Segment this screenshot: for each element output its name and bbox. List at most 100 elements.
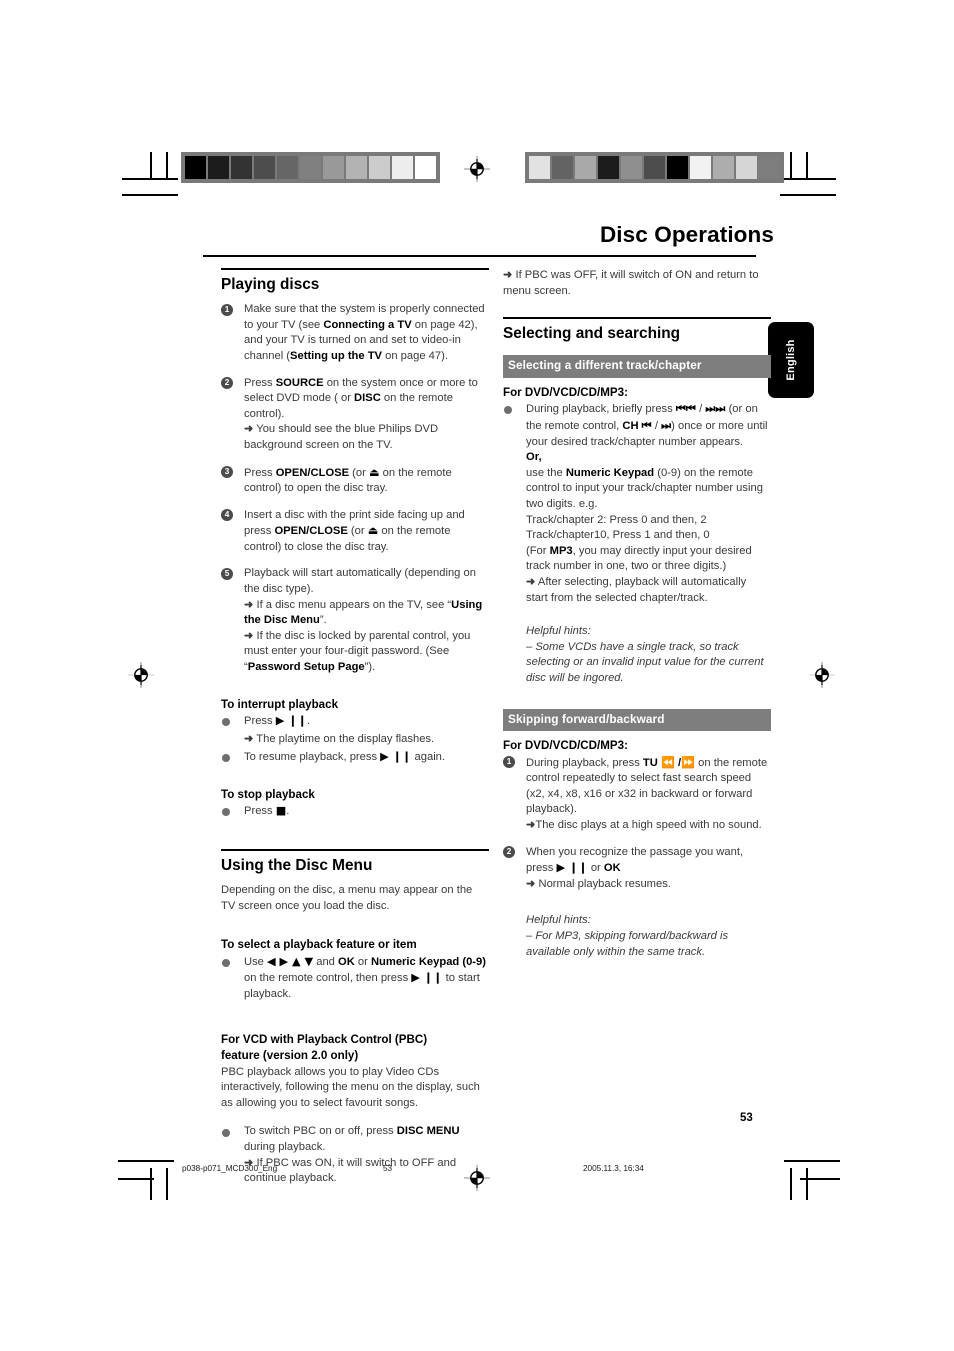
heading-for-vcd-pbc-line2: feature (version 2.0 only)	[221, 1049, 359, 1063]
heading-for-dvd-vcd-cd-mp3-1: For DVD/VCD/CD/MP3:	[503, 385, 628, 399]
gray-swatch-9	[736, 156, 757, 179]
gray-swatch-3	[254, 156, 275, 179]
helpful-hints-title-2: Helpful hints:	[526, 914, 591, 927]
gray-swatch-8	[713, 156, 734, 179]
heading-playing-discs: Playing discs	[221, 268, 489, 302]
list-item-note: ➜ The playtime on the display flashes.	[221, 732, 489, 748]
bullet-icon	[222, 718, 230, 727]
step-number-badge: 2	[221, 377, 233, 390]
gray-swatch-5	[300, 156, 321, 179]
gray-swatch-6	[667, 156, 688, 179]
footer-date: 2005.11.3, 16:34	[583, 1164, 644, 1173]
helpful-hints-body-1: – Some VCDs have a single track, so trac…	[526, 640, 764, 684]
step-text: Press SOURCE on the system once or more …	[244, 376, 478, 451]
step-text: During playback, press TU ⏪ /⏩ on the re…	[526, 755, 768, 832]
language-tab: English	[768, 322, 814, 398]
pbc-intro: PBC playback allows you to play Video CD…	[221, 1065, 480, 1109]
heading-using-the-disc-menu: Using the Disc Menu	[221, 849, 489, 883]
numbered-step: 4 Insert a disc with the print side facin…	[221, 508, 489, 556]
title-rule	[203, 255, 756, 257]
numbered-step: 5 Playback will start automatically (depe…	[221, 566, 489, 675]
step-text: Insert a disc with the print side facing…	[244, 508, 465, 553]
helpful-hints-title-1: Helpful hints:	[526, 625, 591, 638]
list-item: Press ▶ ❙❙.	[221, 713, 489, 730]
gray-swatch-0	[185, 156, 206, 179]
heading-selecting-and-searching: Selecting and searching	[503, 317, 771, 351]
numbered-step: 2 When you recognize the passage you want…	[503, 845, 771, 893]
band-selecting-a-different-track: Selecting a different track/chapter	[503, 355, 771, 378]
step-text: Playback will start automatically (depen…	[244, 567, 483, 674]
heading-for-dvd-vcd-cd-mp3-2: For DVD/VCD/CD/MP3:	[503, 739, 628, 753]
numbered-step: 2 Press SOURCE on the system once or more…	[221, 376, 489, 454]
registration-mark-top	[464, 156, 490, 182]
page-number: 53	[740, 1112, 753, 1124]
playing-discs-step-list: 1 Make sure that the system is properly c…	[221, 302, 489, 675]
gray-swatch-1	[552, 156, 573, 179]
list-item-text: ➜ The playtime on the display flashes.	[244, 732, 435, 745]
footer-filename: p038-p071_MCD300_Eng	[182, 1164, 278, 1173]
numbered-step: 3 Press OPEN/CLOSE (or ⏏ on the remote co…	[221, 465, 489, 497]
or-label: Or,	[526, 451, 542, 464]
language-tab-label: English	[785, 339, 797, 381]
band-skipping-forward-backward: Skipping forward/backward	[503, 708, 771, 732]
list-item: To resume playback, press ▶ ❙❙ again.	[221, 749, 489, 766]
list-item-text: During playback, briefly press ⏮⏮ / ⏭⏭ (…	[526, 402, 768, 448]
numbered-step: 1 Make sure that the system is properly c…	[221, 302, 489, 364]
gray-swatch-1	[208, 156, 229, 179]
list-item-text: Press ■.	[244, 804, 290, 818]
step-number-badge: 2	[503, 846, 515, 859]
disc-menu-intro: Depending on the disc, a menu may appear…	[221, 884, 473, 912]
list-item: Use ◀ ▶ ▲ ▼ and OK or Numeric Keypad (0-…	[221, 954, 489, 1003]
step-number-badge: 5	[221, 567, 233, 580]
bullet-icon	[222, 958, 230, 967]
pbc-continued-note: ➜ If PBC was OFF, it will switch of ON a…	[503, 269, 759, 297]
gray-swatch-2	[231, 156, 252, 179]
step-number-badge: 3	[221, 466, 233, 479]
registration-mark-right	[809, 662, 835, 688]
gray-swatch-4	[277, 156, 298, 179]
gray-swatch-7	[690, 156, 711, 179]
list-item-text: Press ▶ ❙❙.	[244, 714, 311, 728]
footer-page-number: 53	[383, 1164, 393, 1173]
gray-swatch-3	[598, 156, 619, 179]
heading-for-vcd-pbc-line1: For VCD with Playback Control (PBC)	[221, 1032, 428, 1046]
bullet-icon	[222, 808, 230, 817]
step-text: When you recognize the passage you want,…	[526, 845, 744, 890]
gray-swatch-9	[392, 156, 413, 179]
list-item: To switch PBC on or off, press DISC MENU…	[221, 1124, 489, 1186]
list-item-text: To resume playback, press ▶ ❙❙ again.	[244, 750, 446, 764]
heading-to-stop-playback: To stop playback	[221, 787, 315, 801]
gray-swatch-7	[346, 156, 367, 179]
list-item-text: To switch PBC on or off, press DISC MENU…	[244, 1125, 460, 1185]
list-item: Press ■.	[221, 803, 489, 820]
gray-swatch-4	[621, 156, 642, 179]
step-text: Make sure that the system is properly co…	[244, 303, 485, 362]
bullet-icon	[222, 754, 230, 763]
grayscale-calibration-bar-right	[525, 152, 784, 183]
heading-to-select-a-playback-feature: To select a playback feature or item	[221, 938, 417, 952]
numbered-step: 1 During playback, press TU ⏪ /⏩ on the r…	[503, 755, 771, 834]
gray-swatch-10	[759, 156, 780, 179]
gray-swatch-0	[529, 156, 550, 179]
step-number-badge: 1	[503, 756, 515, 769]
right-column: ➜ If PBC was OFF, it will switch of ON a…	[503, 268, 771, 960]
gray-swatch-10	[415, 156, 436, 179]
registration-mark-left	[128, 662, 154, 688]
helpful-hints-body-2: – For MP3, skipping forward/backward is …	[526, 929, 729, 958]
gray-swatch-6	[323, 156, 344, 179]
gray-swatch-2	[575, 156, 596, 179]
list-item: During playback, briefly press ⏮⏮ / ⏭⏭ (…	[503, 401, 771, 450]
document-page: Disc Operations English 53 Playing discs…	[0, 0, 954, 1351]
left-column: Playing discs 1 Make sure that the system…	[221, 268, 489, 1198]
gray-swatch-8	[369, 156, 390, 179]
list-item-text: Use ◀ ▶ ▲ ▼ and OK or Numeric Keypad (0-…	[244, 954, 486, 1001]
page-title: Disc Operations	[599, 222, 774, 247]
grayscale-calibration-bar-left	[181, 152, 440, 183]
step-text: Press OPEN/CLOSE (or ⏏ on the remote con…	[244, 465, 452, 495]
heading-to-interrupt-playback: To interrupt playback	[221, 697, 339, 711]
bullet-icon	[504, 406, 512, 415]
band1-body-text: use the Numeric Keypad (0-9) on the remo…	[526, 466, 763, 604]
step-number-badge: 4	[221, 509, 233, 522]
bullet-icon	[222, 1129, 230, 1138]
skipping-step-list: 1 During playback, press TU ⏪ /⏩ on the r…	[503, 755, 771, 893]
